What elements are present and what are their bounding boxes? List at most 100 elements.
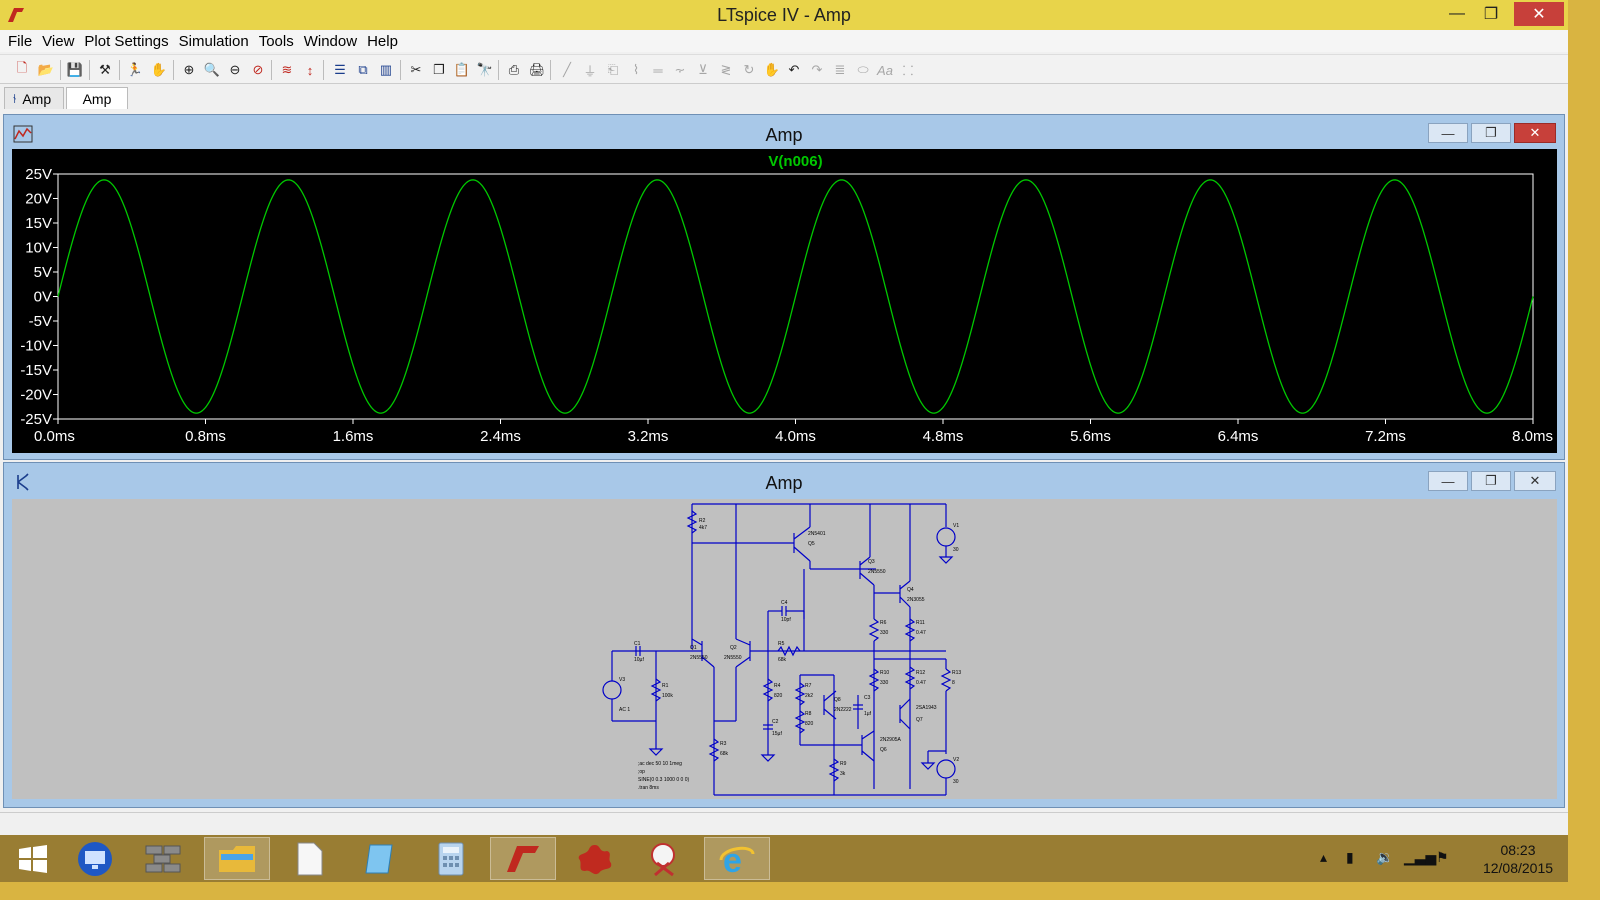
- y-tick-label: -25V: [20, 411, 52, 428]
- svg-text:R11: R11: [916, 620, 925, 626]
- find-icon[interactable]: 🔭: [475, 60, 495, 80]
- tile-vertical-icon[interactable]: ▥: [376, 60, 396, 80]
- waveform-window[interactable]: Amp — ❐ ✕ 25V 20V 15V 10V 5V 0V -5V -10V -15V -20…: [3, 114, 1565, 460]
- schematic-canvas[interactable]: R2 4k7 2N5401 Q5 Q3 2N5550 Q4 2N3055 V1 …: [12, 499, 1557, 799]
- menu-file[interactable]: File: [4, 33, 36, 50]
- hand-icon[interactable]: ✋: [762, 60, 782, 80]
- ground-icon[interactable]: ⏚: [580, 60, 600, 80]
- waveform-chart[interactable]: 25V 20V 15V 10V 5V 0V -5V -10V -15V -20V -25V0.0ms…: [12, 149, 1557, 453]
- run-icon[interactable]: 🏃: [125, 60, 145, 80]
- cut-icon[interactable]: ✂: [406, 60, 426, 80]
- battery-icon[interactable]: ▮: [1346, 849, 1354, 866]
- pan-icon[interactable]: ✋: [149, 60, 169, 80]
- cascade-icon[interactable]: ⧉: [353, 60, 373, 80]
- system-clock[interactable]: 08:23 12/08/2015: [1470, 841, 1566, 877]
- waveform-title-bar[interactable]: Amp — ❐ ✕: [4, 115, 1564, 149]
- spice-directive-icon[interactable]: Aa: [875, 60, 895, 80]
- op-icon[interactable]: ⸬: [898, 60, 918, 80]
- print-preview-icon[interactable]: ⎙: [504, 60, 524, 80]
- spice-directive: ;ac dec 50 10 1meg: [638, 761, 682, 767]
- x-tick-label: 5.6ms: [1070, 428, 1111, 445]
- file-explorer-icon[interactable]: [204, 837, 270, 880]
- save-icon[interactable]: 💾: [65, 60, 85, 80]
- restore-button[interactable]: ❐: [1471, 123, 1511, 143]
- capacitor-icon[interactable]: ═: [648, 60, 668, 80]
- undo-icon[interactable]: ↶: [784, 60, 804, 80]
- vertical-autorange-icon[interactable]: ↕: [300, 60, 320, 80]
- start-icon[interactable]: [0, 837, 66, 880]
- minimize-button[interactable]: —: [1428, 123, 1468, 143]
- menu-help[interactable]: Help: [363, 33, 402, 50]
- minimize-button[interactable]: —: [1440, 0, 1474, 28]
- svg-text:330: 330: [880, 630, 889, 636]
- amplifier-schematic[interactable]: R2 4k7 2N5401 Q5 Q3 2N5550 Q4 2N3055 V1 …: [12, 499, 1557, 799]
- network-icon[interactable]: ▁▃▅: [1404, 849, 1436, 866]
- paste-icon[interactable]: 📋: [452, 60, 472, 80]
- zoom-out-icon[interactable]: ⊖: [225, 60, 245, 80]
- y-tick-label: -5V: [29, 313, 52, 330]
- label-net-icon[interactable]: ⎗: [603, 60, 623, 80]
- svg-text:2N2905A: 2N2905A: [880, 737, 902, 743]
- text-icon[interactable]: ≣: [830, 60, 850, 80]
- new-schematic-icon[interactable]: 🗋: [12, 60, 32, 80]
- inductor-icon[interactable]: ⸟: [670, 60, 690, 80]
- title-bar[interactable]: LTspice IV - Amp — ❐ ✕: [0, 0, 1568, 30]
- remote-desktop-icon[interactable]: [62, 837, 128, 880]
- schematic-window-title: Amp: [765, 473, 803, 493]
- open-icon[interactable]: 📂: [36, 60, 56, 80]
- paint-splat-icon[interactable]: [562, 837, 628, 880]
- autorange-icon[interactable]: ≋: [277, 60, 297, 80]
- notepad-icon[interactable]: [346, 837, 412, 880]
- resistor-icon[interactable]: ⌇: [626, 60, 646, 80]
- svg-text:R8: R8: [805, 711, 812, 717]
- component-icon[interactable]: ≷: [716, 60, 736, 80]
- x-tick-label: 2.4ms: [480, 428, 521, 445]
- diode-icon[interactable]: ⊻: [693, 60, 713, 80]
- svg-text:2N2222: 2N2222: [834, 707, 852, 713]
- schematic-title-bar[interactable]: Amp — ❐ ✕: [4, 463, 1564, 497]
- svg-text:R10: R10: [880, 670, 889, 676]
- redo-icon[interactable]: ↷: [807, 60, 827, 80]
- restore-button[interactable]: ❐: [1471, 471, 1511, 491]
- menu-tools[interactable]: Tools: [255, 33, 298, 50]
- minimize-button[interactable]: —: [1428, 471, 1468, 491]
- firewall-icon[interactable]: [130, 837, 196, 880]
- print-icon[interactable]: 🖨: [527, 60, 547, 80]
- rotate-icon[interactable]: ↻: [739, 60, 759, 80]
- status-bar: [0, 812, 1568, 835]
- snipping-tool-icon[interactable]: [632, 837, 698, 880]
- ltspice-icon[interactable]: [490, 837, 556, 880]
- close-button[interactable]: ✕: [1514, 123, 1556, 143]
- schematic-window[interactable]: Amp — ❐ ✕ R2 4k7 2N5401 Q5 Q3 2N5550 Q4 …: [3, 462, 1565, 808]
- tile-horizontal-icon[interactable]: ☰: [330, 60, 350, 80]
- maximize-button[interactable]: ❐: [1474, 0, 1508, 28]
- menu-window[interactable]: Window: [300, 33, 361, 50]
- menu-view[interactable]: View: [38, 33, 78, 50]
- zoom-fit-icon[interactable]: ⊘: [248, 60, 268, 80]
- x-tick-label: 0.8ms: [185, 428, 226, 445]
- tab-waveform[interactable]: Amp: [66, 87, 128, 109]
- zoom-in-icon[interactable]: ⊕: [179, 60, 199, 80]
- flag-icon[interactable]: ⚑: [1436, 849, 1449, 866]
- move-icon[interactable]: ⬭: [853, 60, 873, 80]
- close-button[interactable]: ✕: [1514, 471, 1556, 491]
- menu-plot-settings[interactable]: Plot Settings: [80, 33, 172, 50]
- document-icon[interactable]: [276, 837, 342, 880]
- tab-schematic[interactable]: ⫮ Amp: [4, 87, 64, 109]
- internet-explorer-icon[interactable]: e: [704, 837, 770, 880]
- menu-simulation[interactable]: Simulation: [175, 33, 253, 50]
- zoom-area-icon[interactable]: 🔍: [202, 60, 222, 80]
- svg-text:1µf: 1µf: [864, 711, 872, 717]
- control-panel-icon[interactable]: ⚒: [95, 60, 115, 80]
- close-button[interactable]: ✕: [1514, 2, 1564, 26]
- svg-text:C2: C2: [772, 719, 779, 725]
- volume-icon[interactable]: 🔉: [1376, 849, 1393, 866]
- calculator-icon[interactable]: [418, 837, 484, 880]
- tray-expand-icon[interactable]: ▴: [1320, 849, 1327, 866]
- draw-wire-icon[interactable]: ╱: [557, 60, 577, 80]
- svg-text:10pf: 10pf: [781, 617, 791, 623]
- copy-icon[interactable]: ❐: [429, 60, 449, 80]
- schematic-wires: [602, 503, 956, 796]
- waveform-plot-pane[interactable]: 25V 20V 15V 10V 5V 0V -5V -10V -15V -20V -25V 0.0ms…: [12, 149, 1557, 453]
- svg-text:2N3055: 2N3055: [907, 597, 925, 603]
